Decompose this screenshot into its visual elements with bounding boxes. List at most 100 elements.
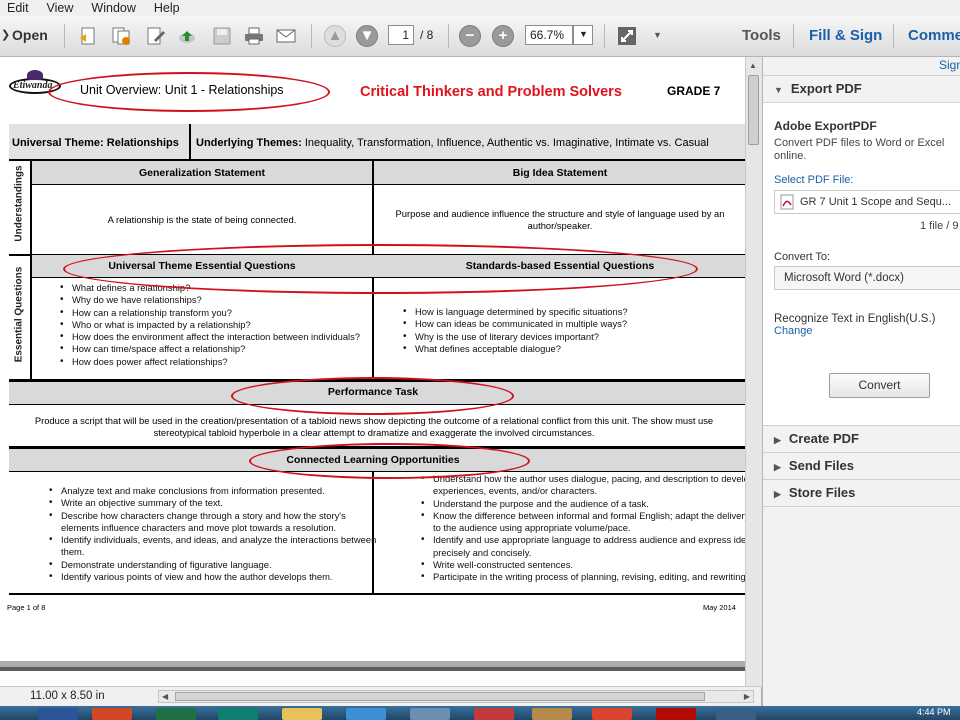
list-item: Who or what is impacted by a relationshi…: [60, 319, 372, 332]
page-total: / 8: [420, 28, 434, 42]
zoom-in-button[interactable]: +: [492, 25, 514, 47]
triangle-right-icon: ▶: [774, 435, 781, 445]
email-icon[interactable]: [276, 26, 296, 46]
send-files-label: Send Files: [788, 458, 854, 473]
triangle-down-icon: ▼: [774, 85, 783, 95]
menu-window[interactable]: Window: [91, 1, 135, 15]
clock: 4:44 PM: [917, 707, 951, 717]
connected-right-list: Understand how the author uses dialogue,…: [415, 473, 759, 584]
selected-file-name: GR 7 Unit 1 Scope and Sequ...: [800, 196, 952, 208]
annotation-oval-title: [48, 72, 330, 112]
triangle-right-icon: ▶: [774, 462, 781, 472]
essential-label-wrap: Essential Questions: [8, 257, 30, 379]
adobe-export-desc: Convert PDF files to Word or Excel onlin…: [774, 137, 945, 162]
edit-document-icon[interactable]: [146, 26, 166, 46]
understandings-label-wrap: Understandings: [8, 163, 30, 251]
essential-questions-label: Essential Questions: [13, 266, 25, 363]
list-item: Why do we have relationships?: [60, 294, 372, 307]
comment-button[interactable]: Comme: [908, 27, 960, 44]
horizontal-scrollbar[interactable]: ◀ ▶: [158, 690, 754, 703]
excel-task-icon[interactable]: [156, 708, 196, 720]
hourglass-task-icon[interactable]: [532, 708, 572, 720]
previous-page-button[interactable]: ▲: [324, 25, 346, 47]
change-link[interactable]: Change: [774, 325, 813, 337]
convert-format-select[interactable]: Microsoft Word (*.docx): [774, 266, 960, 290]
blocked-app-task-icon[interactable]: [474, 708, 514, 720]
scroll-right-icon[interactable]: ▶: [744, 692, 750, 701]
acrobat-task-icon[interactable]: [656, 708, 696, 720]
next-page-preview: [0, 667, 745, 687]
generalization-text: A relationship is the state of being con…: [107, 214, 297, 225]
combine-files-icon[interactable]: [111, 26, 131, 46]
zoom-level-input[interactable]: 66.7%: [525, 25, 573, 45]
understandings-label: Understandings: [13, 165, 25, 242]
list-item: Demonstrate understanding of figurative …: [49, 559, 379, 572]
horizontal-scroll-thumb[interactable]: [175, 692, 705, 701]
export-pdf-label: Export PDF: [790, 81, 862, 96]
pdf-file-icon: [780, 194, 794, 210]
list-item: What defines acceptable dialogue?: [403, 343, 755, 356]
create-pdf-label: Create PDF: [788, 431, 859, 446]
page-number-input[interactable]: 1: [388, 25, 414, 45]
toolbar-more-icon[interactable]: ▼: [653, 30, 662, 40]
scroll-up-icon[interactable]: ▲: [749, 61, 757, 70]
pdf-page[interactable]: Etiwanda Unit Overview: Unit 1 - Relatio…: [0, 57, 756, 661]
underlying-values: Inequality, Transformation, Influence, A…: [304, 137, 709, 149]
powerpoint-task-icon[interactable]: [92, 708, 132, 720]
universal-theme: Universal Theme: Relationships: [12, 137, 179, 149]
open-button[interactable]: ❯ Open: [0, 26, 52, 46]
tools-button[interactable]: Tools: [742, 27, 781, 44]
export-pdf-header[interactable]: ▼ Export PDF: [763, 75, 960, 102]
list-item: How is language determined by specific s…: [403, 306, 755, 319]
annotation-oval-performance: [231, 377, 514, 415]
explorer-task-icon[interactable]: [282, 708, 322, 720]
list-item: Know the difference between informal and…: [421, 510, 759, 535]
open-chevron-icon: ❯: [1, 29, 11, 41]
generalization-heading: Generalization Statement: [138, 167, 266, 179]
select-pdf-label: Select PDF File:: [774, 174, 854, 186]
connected-left-list: Analyze text and make conclusions from i…: [43, 485, 379, 584]
convert-button[interactable]: Convert: [829, 373, 930, 398]
chevron-down-icon: ▼: [579, 29, 588, 39]
publisher-task-icon[interactable]: [218, 708, 258, 720]
footer-date: May 2014: [703, 603, 736, 612]
save-icon[interactable]: [212, 26, 232, 46]
create-pdf-header[interactable]: ▶ Create PDF: [763, 425, 960, 452]
selected-file-field[interactable]: GR 7 Unit 1 Scope and Sequ...: [774, 190, 960, 214]
underlying-label: Underlying Themes:: [196, 137, 302, 149]
big-idea-heading: Big Idea Statement: [512, 167, 608, 179]
media-task-icon[interactable]: [410, 708, 450, 720]
chrome-task-icon[interactable]: [592, 708, 632, 720]
list-item: How can ideas be communicated in multipl…: [403, 318, 755, 331]
adobe-export-title: Adobe ExportPDF: [774, 119, 877, 133]
list-item: How does power affect relationships?: [60, 356, 372, 369]
create-pdf-icon[interactable]: [79, 26, 99, 46]
internet-explorer-task-icon[interactable]: [346, 708, 386, 720]
word-task-icon[interactable]: [38, 708, 78, 720]
sign-link[interactable]: Sign: [939, 58, 960, 72]
next-page-button[interactable]: ▼: [356, 25, 378, 47]
export-panel: Adobe ExportPDF Convert PDF files to Wor…: [763, 102, 960, 426]
upload-cloud-icon[interactable]: [177, 26, 197, 46]
store-files-header[interactable]: ▶ Store Files: [763, 479, 960, 507]
menu-help[interactable]: Help: [154, 1, 180, 15]
page-size-label: 11.00 x 8.50 in: [30, 690, 105, 702]
zoom-out-button[interactable]: −: [459, 25, 481, 47]
zoom-dropdown[interactable]: ▼: [573, 25, 593, 45]
status-bar: 11.00 x 8.50 in ◀ ▶: [0, 686, 761, 707]
list-item: Understand the purpose and the audience …: [421, 498, 759, 511]
scroll-left-icon[interactable]: ◀: [162, 692, 168, 701]
underlying-themes: Underlying Themes: Inequality, Transform…: [196, 137, 709, 149]
menu-edit[interactable]: Edit: [7, 1, 29, 15]
fill-sign-button[interactable]: Fill & Sign: [809, 27, 882, 44]
scroll-thumb[interactable]: [748, 75, 759, 145]
other-task-icon[interactable]: [716, 708, 756, 720]
grade-label: GRADE 7: [667, 84, 721, 98]
menu-view[interactable]: View: [47, 1, 74, 15]
send-files-header[interactable]: ▶ Send Files: [763, 452, 960, 479]
vertical-scrollbar[interactable]: ▲: [745, 57, 762, 687]
list-item: Write an objective summary of the text.: [49, 497, 379, 510]
print-icon[interactable]: [244, 26, 264, 46]
fit-page-icon[interactable]: [617, 26, 637, 46]
file-count: 1 file / 9: [920, 220, 959, 232]
